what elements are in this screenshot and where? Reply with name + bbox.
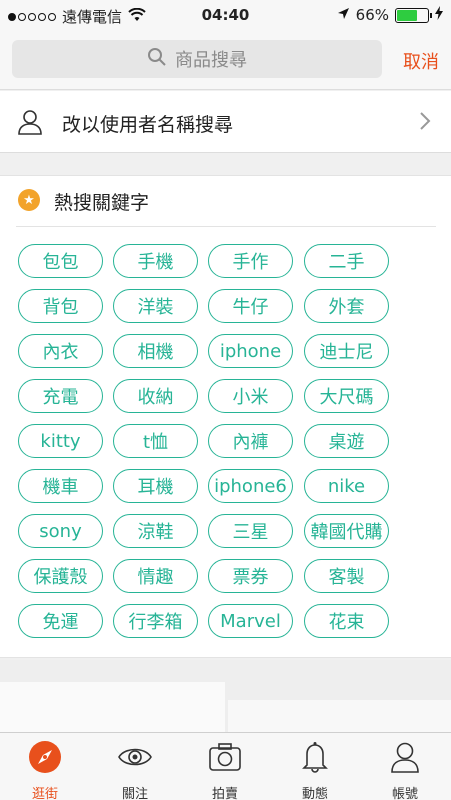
keyword-tag[interactable]: 小米 bbox=[208, 379, 293, 413]
cancel-button[interactable]: 取消 bbox=[403, 48, 439, 74]
keyword-tag[interactable]: 客製 bbox=[304, 559, 389, 593]
user-search-row[interactable]: 改以使用者名稱搜尋 bbox=[0, 91, 451, 153]
keyword-tag[interactable]: 耳機 bbox=[113, 469, 198, 503]
keyword-tag[interactable]: 收納 bbox=[113, 379, 198, 413]
hot-keywords-header: ★ 熱搜關鍵字 bbox=[0, 176, 451, 226]
tab-explore[interactable]: 逛街 bbox=[0, 733, 90, 800]
keyword-tag[interactable]: kitty bbox=[18, 424, 103, 458]
keyword-tag[interactable]: 桌遊 bbox=[304, 424, 389, 458]
keyword-tag[interactable]: iphone bbox=[208, 334, 293, 368]
battery-level bbox=[397, 9, 417, 21]
content-card bbox=[0, 682, 225, 732]
user-outline-icon bbox=[18, 109, 42, 139]
keyword-tag[interactable]: 牛仔 bbox=[208, 289, 293, 323]
tab-following[interactable]: 關注 bbox=[90, 733, 180, 800]
keyword-tag[interactable]: 免運 bbox=[18, 604, 103, 638]
person-icon bbox=[387, 739, 423, 775]
hot-keywords-card: ★ 熱搜關鍵字 包包 手機 手作 二手背包 洋裝 牛仔 外套內衣 相機 iphone 迪士尼充電收… bbox=[0, 175, 451, 658]
camera-icon bbox=[207, 739, 243, 775]
bell-icon bbox=[297, 739, 333, 775]
hot-keywords-title: 熱搜關鍵字 bbox=[54, 192, 150, 214]
keyword-tag[interactable]: 韓國代購 bbox=[304, 514, 389, 548]
keyword-tag[interactable]: t恤 bbox=[113, 424, 198, 458]
tab-activity[interactable]: 動態 bbox=[270, 733, 360, 800]
search-header: 商品搜尋 取消 bbox=[0, 30, 451, 90]
keyword-tag[interactable]: 保護殼 bbox=[18, 559, 103, 593]
user-search-label: 改以使用者名稱搜尋 bbox=[62, 114, 234, 136]
chevron-right-icon bbox=[419, 111, 431, 135]
location-arrow-icon bbox=[337, 6, 350, 24]
keyword-tag[interactable]: 行李箱 bbox=[113, 604, 198, 638]
keyword-tag[interactable]: Marvel bbox=[208, 604, 293, 638]
compass-icon bbox=[27, 739, 63, 775]
keyword-tag[interactable]: iphone6 bbox=[208, 469, 293, 503]
tab-sell[interactable]: 拍賣 bbox=[180, 733, 270, 800]
tab-label: 逛街 bbox=[31, 787, 58, 800]
keyword-tag[interactable]: 包包 bbox=[18, 244, 103, 278]
tab-label: 拍賣 bbox=[211, 787, 238, 800]
keyword-tag[interactable]: 相機 bbox=[113, 334, 198, 368]
tab-label: 動態 bbox=[301, 787, 328, 800]
keyword-tag[interactable]: nike bbox=[304, 469, 389, 503]
keyword-tag[interactable]: sony bbox=[18, 514, 103, 548]
search-placeholder: 商品搜尋 bbox=[175, 50, 247, 71]
keyword-tag[interactable]: 手機 bbox=[113, 244, 198, 278]
star-icon: ★ bbox=[18, 189, 40, 211]
eye-icon bbox=[117, 739, 153, 775]
battery-percent: 66% bbox=[355, 6, 389, 24]
keyword-tag[interactable]: 迪士尼 bbox=[304, 334, 389, 368]
tab-account[interactable]: 帳號 bbox=[360, 733, 450, 800]
keyword-tag[interactable]: 充電 bbox=[18, 379, 103, 413]
status-bar: 遠傳電信 04:40 66% bbox=[0, 0, 451, 30]
keyword-tag[interactable]: 內褲 bbox=[208, 424, 293, 458]
keyword-tag[interactable]: 花束 bbox=[304, 604, 389, 638]
battery-icon bbox=[395, 7, 432, 23]
keyword-tag[interactable]: 外套 bbox=[304, 289, 389, 323]
keyword-tag[interactable]: 三星 bbox=[208, 514, 293, 548]
status-right: 66% bbox=[337, 6, 443, 24]
keyword-tag[interactable]: 手作 bbox=[208, 244, 293, 278]
keyword-tag[interactable]: 涼鞋 bbox=[113, 514, 198, 548]
keyword-tag[interactable]: 情趣 bbox=[113, 559, 198, 593]
keyword-tag[interactable]: 洋裝 bbox=[113, 289, 198, 323]
charging-icon bbox=[435, 6, 443, 24]
tab-label: 關注 bbox=[121, 787, 148, 800]
keyword-tag[interactable]: 票券 bbox=[208, 559, 293, 593]
search-input[interactable]: 商品搜尋 bbox=[12, 40, 382, 78]
divider bbox=[16, 226, 436, 227]
keyword-tag[interactable]: 內衣 bbox=[18, 334, 103, 368]
search-icon bbox=[147, 47, 167, 72]
keyword-tag[interactable]: 機車 bbox=[18, 469, 103, 503]
keyword-tag[interactable]: 背包 bbox=[18, 289, 103, 323]
content-below bbox=[0, 660, 451, 732]
tab-label: 帳號 bbox=[391, 787, 418, 800]
tab-bar: 逛街 關注 拍賣 動態 帳號 bbox=[0, 732, 451, 800]
keyword-tag[interactable]: 大尺碼 bbox=[304, 379, 389, 413]
keyword-tag[interactable]: 二手 bbox=[304, 244, 389, 278]
content-card bbox=[228, 700, 451, 732]
